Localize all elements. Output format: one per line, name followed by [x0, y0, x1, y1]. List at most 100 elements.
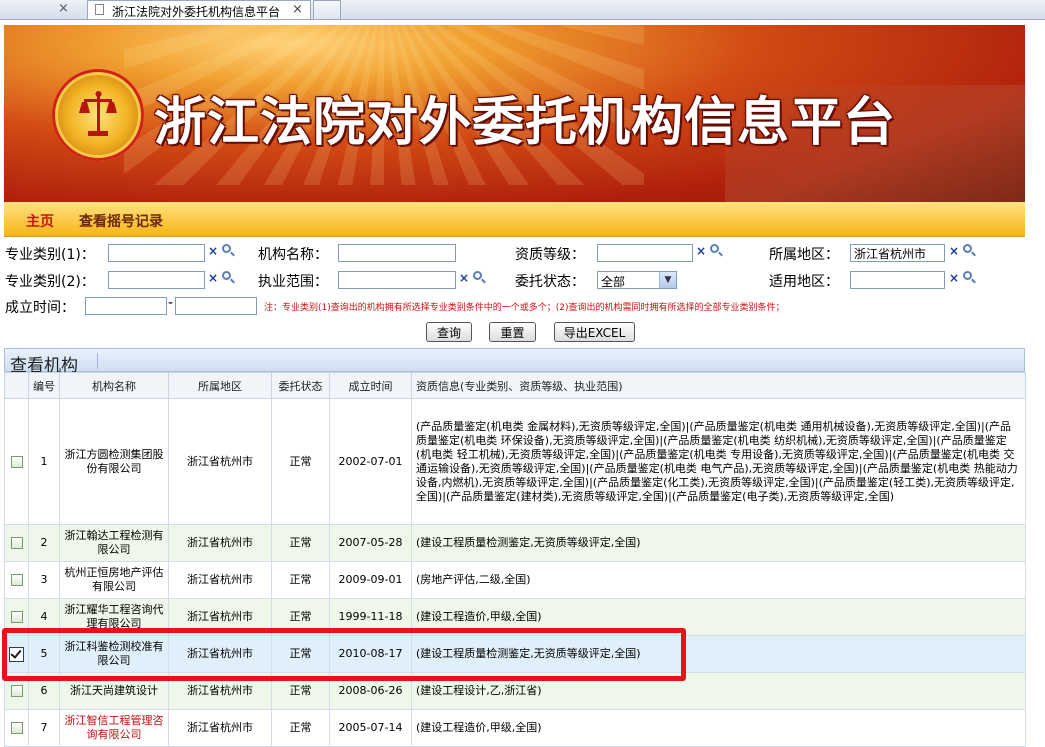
row-checkbox[interactable]: [10, 685, 23, 697]
region-label: 所属地区：: [769, 247, 839, 263]
row-checkbox[interactable]: [10, 455, 23, 468]
region-search-icon[interactable]: [963, 244, 972, 253]
panel-divider: [97, 353, 98, 369]
row-name[interactable]: 浙江翰达工程检测有限公司: [59, 524, 169, 562]
row-checkbox[interactable]: [10, 574, 23, 586]
row-select-cell: [4, 524, 29, 562]
col-header-status[interactable]: 委托状态: [271, 372, 330, 399]
row-checkbox[interactable]: [10, 611, 23, 623]
table-row[interactable]: 1 浙江方圆检测集团股份有限公司 浙江省杭州市 正常 2002-07-01 (产…: [4, 398, 1026, 525]
org-name-input[interactable]: [338, 244, 456, 262]
row-name[interactable]: 浙江方圆检测集团股份有限公司: [59, 398, 169, 525]
tab-close-icon[interactable]: ×: [292, 2, 303, 17]
row-name[interactable]: 浙江科鉴检测校准有限公司: [59, 635, 169, 673]
spec1-label: 专业类别(1)：: [5, 247, 95, 263]
prev-tab-close-icon[interactable]: ×: [58, 1, 69, 16]
spec2-search-icon[interactable]: [222, 271, 231, 280]
row-select-cell: [4, 398, 29, 525]
row-no: 2: [28, 524, 60, 562]
row-no: 1: [28, 398, 60, 525]
row-checkbox[interactable]: [10, 537, 23, 549]
table-row[interactable]: 7 浙江智信工程管理咨询有限公司 浙江省杭州市 正常 2005-07-14 (建…: [4, 709, 1026, 747]
row-qual: (建设工程质量检测鉴定,无资质等级评定,全国): [411, 524, 1026, 562]
results-table: 编号 机构名称 所属地区 委托状态 成立时间 资质信息(专业类别、资质等级、执业…: [4, 372, 1026, 747]
browser-tab-title: 浙江法院对外委托机构信息平台: [112, 5, 281, 19]
col-header-qual[interactable]: 资质信息(专业类别、资质等级、执业范围): [411, 372, 1026, 399]
col-header-date[interactable]: 成立时间: [329, 372, 412, 399]
apply-region-search-icon[interactable]: [963, 271, 972, 280]
row-no: 4: [28, 598, 60, 636]
qual-search-icon[interactable]: [710, 244, 719, 253]
region-clear-icon[interactable]: ×: [949, 244, 959, 258]
spec1-clear-icon[interactable]: ×: [208, 244, 218, 258]
row-region: 浙江省杭州市: [168, 598, 272, 636]
row-status: 正常: [271, 524, 330, 562]
row-no: 3: [28, 561, 60, 599]
row-date: 2005-07-14: [329, 709, 412, 747]
apply-region-input[interactable]: [850, 271, 945, 289]
scope-clear-icon[interactable]: ×: [459, 271, 469, 285]
row-status: 正常: [271, 561, 330, 599]
scope-search-icon[interactable]: [473, 271, 482, 280]
table-row[interactable]: 4 浙江耀华工程咨询代理有限公司 浙江省杭州市 正常 1999-11-18 (建…: [4, 598, 1026, 636]
export-excel-button[interactable]: 导出EXCEL: [554, 322, 635, 342]
table-row[interactable]: 6 浙江天尚建筑设计 浙江省杭州市 正常 2008-06-26 (建设工程设计,…: [4, 672, 1026, 710]
row-qual: (产品质量鉴定(机电类 金属材料),无资质等级评定,全国)|(产品质量鉴定(机电…: [411, 398, 1026, 525]
col-header-region[interactable]: 所属地区: [168, 372, 272, 399]
row-qual: (建设工程质量检测鉴定,无资质等级评定,全国): [411, 635, 1026, 673]
row-region: 浙江省杭州市: [168, 672, 272, 710]
row-region: 浙江省杭州市: [168, 709, 272, 747]
table-row[interactable]: 2 浙江翰达工程检测有限公司 浙江省杭州市 正常 2007-05-28 (建设工…: [4, 524, 1026, 562]
row-status: 正常: [271, 672, 330, 710]
row-date: 2010-08-17: [329, 635, 412, 673]
new-tab-button[interactable]: [313, 0, 341, 19]
status-select[interactable]: 全部 ▼: [597, 271, 677, 289]
founded-to-input[interactable]: [175, 297, 257, 315]
row-region: 浙江省杭州市: [168, 524, 272, 562]
row-name[interactable]: 浙江天尚建筑设计: [59, 672, 169, 710]
query-button[interactable]: 查询: [426, 322, 472, 342]
row-qual: (房地产评估,二级,全国): [411, 561, 1026, 599]
name-label: 机构名称：: [258, 247, 328, 263]
col-header-no[interactable]: 编号: [28, 372, 60, 399]
row-checkbox-checked[interactable]: [9, 646, 24, 662]
nav-home-link[interactable]: 主页: [26, 211, 54, 231]
spec2-clear-icon[interactable]: ×: [208, 271, 218, 285]
chevron-down-icon[interactable]: ▼: [659, 272, 676, 288]
spec2-input[interactable]: [108, 271, 205, 289]
page-icon: [95, 4, 104, 15]
table-row[interactable]: 3 杭州正恒房地产评估有限公司 浙江省杭州市 正常 2009-09-01 (房地…: [4, 561, 1026, 599]
browser-tabstrip: × 浙江法院对外委托机构信息平台 ×: [0, 0, 1045, 20]
founded-dash: -: [168, 295, 174, 311]
search-note: 注：专业类别(1)查询出的机构拥有所选择专业类别条件中的一个或多个；(2)查询出…: [264, 303, 785, 313]
row-region: 浙江省杭州市: [168, 398, 272, 525]
qual-clear-icon[interactable]: ×: [696, 244, 706, 258]
row-date: 1999-11-18: [329, 598, 412, 636]
qual-input[interactable]: [597, 244, 693, 262]
browser-tab-active[interactable]: 浙江法院对外委托机构信息平台 ×: [87, 0, 311, 19]
col-header-name[interactable]: 机构名称: [59, 372, 169, 399]
spec1-search-icon[interactable]: [222, 244, 231, 253]
status-label: 委托状态：: [515, 274, 585, 290]
row-region: 浙江省杭州市: [168, 635, 272, 673]
row-checkbox[interactable]: [10, 722, 23, 734]
site-banner: 浙江法院对外委托机构信息平台: [4, 25, 1025, 202]
founded-from-input[interactable]: [85, 297, 167, 315]
row-qual: (建设工程造价,甲级,全国): [411, 598, 1026, 636]
col-header-select: [4, 372, 29, 399]
region-input[interactable]: [850, 244, 945, 262]
row-no: 7: [28, 709, 60, 747]
qual-label: 资质等级：: [515, 247, 585, 263]
row-name[interactable]: 浙江智信工程管理咨询有限公司: [59, 709, 169, 747]
row-status: 正常: [271, 598, 330, 636]
row-name[interactable]: 浙江耀华工程咨询代理有限公司: [59, 598, 169, 636]
results-panel-header: 查看机构: [4, 348, 1025, 376]
row-no: 6: [28, 672, 60, 710]
apply-region-clear-icon[interactable]: ×: [949, 271, 959, 285]
row-name[interactable]: 杭州正恒房地产评估有限公司: [59, 561, 169, 599]
table-row-selected[interactable]: 5 浙江科鉴检测校准有限公司 浙江省杭州市 正常 2010-08-17 (建设工…: [4, 635, 1026, 673]
nav-lottery-log-link[interactable]: 查看摇号记录: [79, 211, 163, 231]
spec1-input[interactable]: [108, 244, 205, 262]
reset-button[interactable]: 重置: [489, 322, 536, 342]
scope-input[interactable]: [338, 271, 456, 289]
